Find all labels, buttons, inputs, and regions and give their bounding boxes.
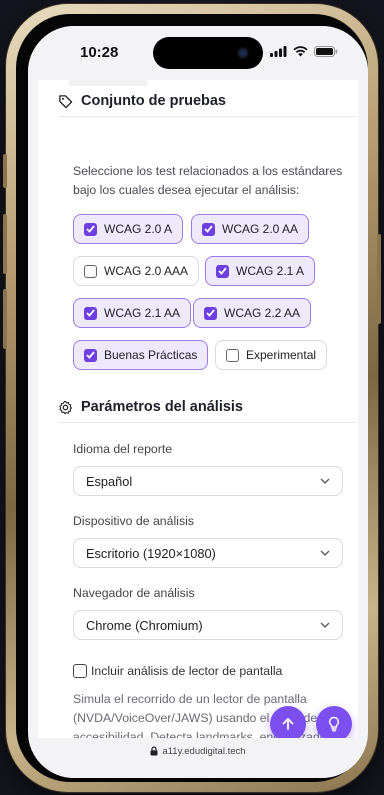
dynamic-island bbox=[153, 37, 263, 69]
chip-label: WCAG 2.1 A bbox=[236, 264, 305, 278]
test-suite-title: Conjunto de pruebas bbox=[81, 93, 226, 109]
power-button bbox=[377, 234, 381, 324]
chevron-down-icon bbox=[320, 550, 330, 556]
chip-wcag-21-a[interactable]: WCAG 2.1 A bbox=[205, 256, 316, 286]
status-time: 10:28 bbox=[80, 44, 119, 61]
screen-reader-description: Simula el recorrido de un lector de pant… bbox=[73, 692, 336, 738]
check-icon bbox=[216, 264, 229, 278]
battery-icon bbox=[314, 46, 338, 57]
chip-wcag-20-aa[interactable]: WCAG 2.0 AA bbox=[191, 214, 310, 244]
chevron-down-icon bbox=[320, 478, 330, 484]
url-bar[interactable]: a11y.edudigital.tech bbox=[28, 738, 368, 778]
chip-wcag-21-aa[interactable]: WCAG 2.1 AA bbox=[73, 298, 192, 328]
browser-value: Chrome (Chromium) bbox=[86, 617, 203, 633]
volume-up-button bbox=[3, 214, 7, 274]
report-language-label: Idioma del reporte bbox=[73, 442, 173, 456]
volume-down-button bbox=[3, 289, 7, 349]
tag-icon bbox=[59, 94, 73, 108]
report-language-value: Español bbox=[86, 473, 133, 489]
check-icon bbox=[84, 306, 97, 320]
params-header: Parámetros del análisis bbox=[58, 399, 243, 415]
chip-wcag-22-aa[interactable]: WCAG 2.2 AA bbox=[193, 298, 312, 328]
chip-experimental[interactable]: Experimental bbox=[215, 340, 328, 370]
test-suite-description: Seleccione los test relacionados a los e… bbox=[73, 164, 343, 197]
status-icons bbox=[270, 46, 338, 57]
screen-reader-checkbox[interactable] bbox=[73, 664, 87, 678]
gear-icon bbox=[59, 400, 73, 414]
chip-label: Buenas Prácticas bbox=[104, 348, 198, 362]
camera-icon bbox=[237, 47, 249, 59]
device-label: Dispositivo de análisis bbox=[73, 514, 194, 528]
analysis-form: Conjunto de pruebas Seleccione los test … bbox=[38, 80, 358, 738]
chip-buenas-practicas[interactable]: Buenas Prácticas bbox=[73, 340, 209, 370]
scroll-top-button[interactable] bbox=[270, 706, 306, 738]
section-divider bbox=[58, 422, 356, 423]
check-icon bbox=[84, 348, 97, 362]
device-value: Escritorio (1920×1080) bbox=[86, 545, 216, 561]
chip-label: WCAG 2.0 AA bbox=[222, 222, 299, 236]
tips-button[interactable] bbox=[316, 706, 352, 738]
chip-wcag-20-a[interactable]: WCAG 2.0 A bbox=[73, 214, 184, 244]
test-suite-header: Conjunto de pruebas bbox=[58, 93, 226, 109]
url-text: a11y.edudigital.tech bbox=[162, 746, 246, 757]
lightbulb-icon bbox=[329, 716, 339, 732]
status-bar: 10:28 bbox=[28, 26, 368, 80]
lock-icon bbox=[150, 746, 158, 756]
check-icon bbox=[84, 222, 97, 236]
chip-wcag-20-aaa[interactable]: WCAG 2.0 AAA bbox=[73, 256, 200, 286]
chip-label: WCAG 2.1 AA bbox=[104, 306, 181, 320]
chip-label: WCAG 2.0 AAA bbox=[104, 264, 189, 278]
check-icon bbox=[202, 222, 215, 236]
signal-icon bbox=[270, 46, 287, 57]
chip-label: WCAG 2.0 A bbox=[104, 222, 173, 236]
browser-select[interactable]: Chrome (Chromium) bbox=[73, 610, 343, 640]
report-language-select[interactable]: Español bbox=[73, 466, 343, 496]
wifi-icon bbox=[293, 46, 308, 57]
screen-reader-option[interactable]: Incluir análisis de lector de pantalla bbox=[73, 664, 282, 678]
silent-switch bbox=[3, 154, 7, 188]
browser-label: Navegador de análisis bbox=[73, 586, 195, 600]
screen-reader-label: Incluir análisis de lector de pantalla bbox=[91, 664, 283, 678]
check-icon bbox=[204, 306, 217, 320]
chip-label: WCAG 2.2 AA bbox=[224, 306, 301, 320]
scrolled-header-edge bbox=[68, 80, 148, 86]
chevron-down-icon bbox=[320, 622, 330, 628]
params-title: Parámetros del análisis bbox=[81, 399, 243, 415]
checkbox-empty-icon bbox=[226, 348, 239, 362]
section-divider bbox=[58, 116, 356, 117]
arrow-up-icon bbox=[282, 718, 294, 730]
device-select[interactable]: Escritorio (1920×1080) bbox=[73, 538, 343, 568]
checkbox-empty-icon bbox=[84, 264, 97, 278]
chip-label: Experimental bbox=[246, 348, 317, 362]
phone-screen: 10:28 Conjunto de pruebas Seleccione los… bbox=[28, 26, 368, 778]
